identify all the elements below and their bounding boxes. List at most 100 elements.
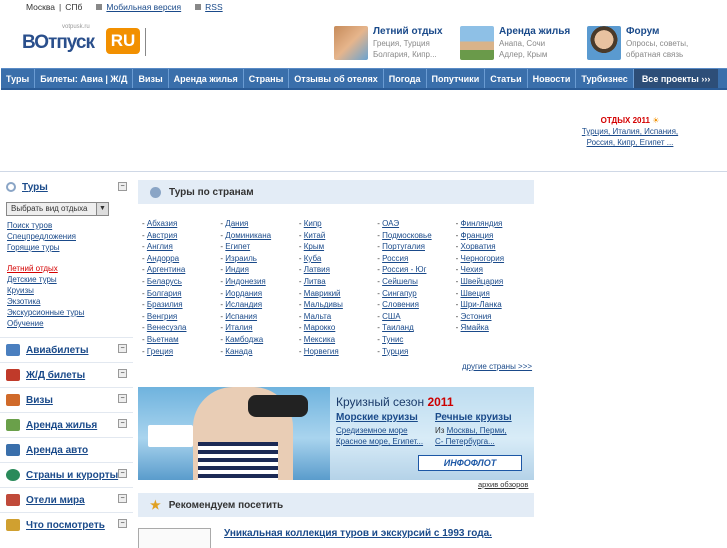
promo-summer[interactable]: Летний отдых Греция, Турция Болгария, Кипр… [334, 26, 443, 60]
expand-icon[interactable]: − [118, 469, 127, 478]
sidebar-item-visas[interactable]: Визы − [0, 387, 133, 412]
promo-forum[interactable]: Форум Опросы, советы, обратная связь [587, 26, 688, 60]
sidebar-label[interactable]: Визы [26, 395, 53, 406]
country-link[interactable]: Индонезия [225, 277, 265, 286]
country-link[interactable]: Тунис [382, 335, 403, 344]
country-link[interactable]: Бразилия [147, 300, 183, 309]
ad-link[interactable]: Турция, Италия, Испания, [570, 126, 690, 137]
nav-all-projects[interactable]: Все проекты ››› [633, 69, 719, 88]
country-link[interactable]: Венгрия [147, 312, 177, 321]
sidebar-label[interactable]: Туры [22, 182, 48, 193]
country-link[interactable]: Греция [147, 347, 173, 356]
country-link[interactable]: Финляндия [461, 219, 503, 228]
river-cruises-link[interactable]: Речные круизы [435, 412, 512, 423]
country-link[interactable]: Норвегия [304, 347, 339, 356]
cruise-banner[interactable]: Круизный сезон 2011 Морские круизы Среди… [138, 387, 534, 480]
site-logo[interactable]: votpusk.ru ВОтпуск RU [22, 24, 142, 58]
country-link[interactable]: Португалия [382, 242, 425, 251]
promo-rent[interactable]: Аренда жилья Анапа, Сочи Адлер, Крым [460, 26, 570, 60]
nav-visas[interactable]: Визы [133, 69, 169, 88]
nav-rent[interactable]: Аренда жилья [169, 69, 244, 88]
country-link[interactable]: Ямайка [461, 323, 489, 332]
country-link[interactable]: Исландия [225, 300, 262, 309]
country-link[interactable]: Швеция [461, 289, 490, 298]
sidebar-link[interactable]: Обучение [0, 318, 133, 329]
country-link[interactable]: Сейшелы [382, 277, 418, 286]
sidebar-link[interactable]: Спецпредложения [0, 231, 133, 242]
country-link[interactable]: Доминикана [225, 231, 271, 240]
country-link[interactable]: Таиланд [382, 323, 414, 332]
sidebar-label[interactable]: Что посмотреть [26, 520, 105, 531]
country-link[interactable]: Хорватия [461, 242, 496, 251]
banner-link[interactable]: С- Петербурга... [435, 437, 495, 446]
sidebar-link[interactable]: Горящие туры [0, 242, 133, 253]
tour-type-select[interactable]: Выбрать вид отдыха ▼ [6, 202, 109, 216]
recommended-headline[interactable]: Уникальная коллекция туров и экскурсий с… [224, 528, 492, 539]
country-link[interactable]: Куба [304, 254, 322, 263]
country-link[interactable]: Вьетнам [147, 335, 179, 344]
country-link[interactable]: Мальта [304, 312, 331, 321]
country-link[interactable]: Марокко [304, 323, 336, 332]
country-link[interactable]: Россия [382, 254, 408, 263]
country-link[interactable]: Камбоджа [225, 335, 263, 344]
sidebar-link[interactable]: Летний отдых [0, 263, 133, 274]
country-link[interactable]: Италия [225, 323, 252, 332]
ad-link[interactable]: Россия, Кипр, Египет ... [570, 137, 690, 148]
sidebar-item-tours[interactable]: Туры − [0, 176, 133, 198]
nav-reviews[interactable]: Отзывы об отелях [289, 69, 384, 88]
country-link[interactable]: Эстония [461, 312, 492, 321]
country-link[interactable]: Крым [304, 242, 324, 251]
country-link[interactable]: Подмосковье [382, 231, 432, 240]
country-link[interactable]: Испания [225, 312, 257, 321]
ad-block[interactable]: ОТДЫХ 2011 ☀ Турция, Италия, Испания, Ро… [570, 115, 690, 148]
country-link[interactable]: США [382, 312, 400, 321]
country-link[interactable]: Россия - Юг [382, 265, 426, 274]
country-link[interactable]: Абхазия [147, 219, 177, 228]
country-link[interactable]: Кипр [304, 219, 322, 228]
country-link[interactable]: Иордания [225, 289, 262, 298]
expand-icon[interactable]: − [118, 519, 127, 528]
country-link[interactable]: Чехия [461, 265, 483, 274]
nav-business[interactable]: Турбизнес [576, 69, 634, 88]
sidebar-item-sights[interactable]: Что посмотреть − [0, 512, 133, 537]
infoflot-logo[interactable]: ИНФОФЛОТ [418, 455, 522, 471]
promo-title[interactable]: Аренда жилья [499, 26, 570, 38]
country-link[interactable]: Турция [382, 347, 408, 356]
country-link[interactable]: Сингапур [382, 289, 417, 298]
sidebar-link[interactable]: Поиск туров [0, 220, 133, 231]
country-link[interactable]: Мальдивы [304, 300, 343, 309]
sidebar-link[interactable]: Экскурсионные туры [0, 307, 133, 318]
sidebar-label[interactable]: Ж/Д билеты [26, 370, 85, 381]
country-link[interactable]: Маврикий [304, 289, 341, 298]
sidebar-label[interactable]: Авиабилеты [26, 345, 89, 356]
sidebar-link[interactable]: Детские туры [0, 274, 133, 285]
country-link[interactable]: Беларусь [147, 277, 182, 286]
country-link[interactable]: Аргентина [147, 265, 185, 274]
country-link[interactable]: Индия [225, 265, 249, 274]
sidebar-item-hotels[interactable]: Отели мира − [0, 487, 133, 512]
ad-title[interactable]: ОТДЫХ 2011 [601, 116, 650, 125]
country-link[interactable]: Франция [461, 231, 494, 240]
sidebar-item-rail[interactable]: Ж/Д билеты − [0, 362, 133, 387]
sidebar-label[interactable]: Аренда жилья [26, 420, 97, 431]
banner-link[interactable]: Москвы, Перми, [447, 426, 507, 435]
country-link[interactable]: Словения [382, 300, 419, 309]
recommended-logo[interactable] [138, 528, 211, 548]
country-link[interactable]: Латвия [304, 265, 330, 274]
country-link[interactable]: Андорра [147, 254, 179, 263]
nav-tickets[interactable]: Билеты: Авиа | Ж/Д [35, 69, 134, 88]
country-link[interactable]: Дания [225, 219, 248, 228]
nav-articles[interactable]: Статьи [485, 69, 528, 88]
nav-companions[interactable]: Попутчики [427, 69, 486, 88]
sidebar-item-car[interactable]: Аренда авто [0, 437, 133, 462]
expand-icon[interactable]: − [118, 344, 127, 353]
sidebar-item-rent[interactable]: Аренда жилья − [0, 412, 133, 437]
promo-title[interactable]: Форум [626, 26, 688, 38]
expand-icon[interactable]: − [118, 369, 127, 378]
sidebar-link[interactable]: Круизы [0, 285, 133, 296]
country-link[interactable]: Австрия [147, 231, 177, 240]
country-link[interactable]: Швейцария [461, 277, 504, 286]
country-link[interactable]: Шри-Ланка [461, 300, 502, 309]
nav-tours[interactable]: Туры [1, 69, 36, 88]
sidebar-label[interactable]: Аренда авто [26, 445, 88, 456]
